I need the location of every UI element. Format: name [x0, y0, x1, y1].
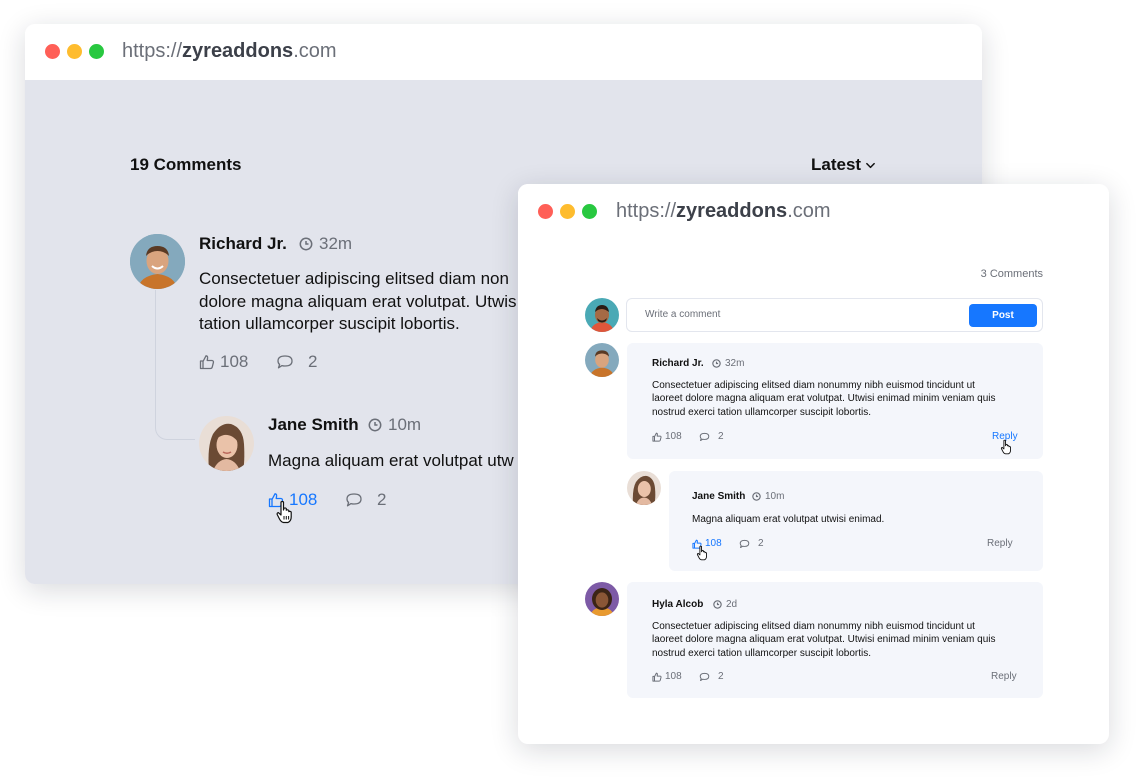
- reply-card: Jane Smith 10m Magna aliquam erat volutp…: [669, 471, 1043, 571]
- address-bar[interactable]: https://zyreaddons.com: [122, 40, 337, 63]
- comment-line: Consectetuer adipiscing elitsed diam non…: [652, 380, 975, 391]
- reply-count: 2: [718, 431, 724, 442]
- comment-line: laoreet dolore magna aliquam erat volutp…: [652, 634, 996, 646]
- comment-body: Consectetuer adipiscing elitsed diam non…: [652, 620, 996, 660]
- like-count: 108: [665, 671, 682, 682]
- browser-toolbar: https://zyreaddons.com: [25, 24, 982, 80]
- comment-time: 2d: [713, 599, 737, 610]
- comment-bubble-icon: [345, 492, 363, 508]
- url-domain: zyreaddons: [182, 40, 294, 62]
- thumbs-up-icon: [652, 672, 662, 682]
- reply-count-button[interactable]: 2: [345, 490, 386, 510]
- comment-composer[interactable]: Write a comment Post: [626, 298, 1043, 332]
- avatar[interactable]: [585, 582, 619, 616]
- hand-cursor-icon: [275, 500, 295, 524]
- comment-body: Magna aliquam erat volutpat utw: [268, 451, 514, 470]
- avatar[interactable]: [130, 234, 185, 289]
- sort-label: Latest: [811, 155, 862, 174]
- clock-icon: [713, 600, 722, 609]
- comment-time: 10m: [752, 491, 784, 502]
- comment-line: tation ullamcorper suscipit lobortis.: [199, 314, 460, 333]
- url-suffix: .com: [293, 40, 337, 62]
- hand-cursor-icon: [1000, 439, 1013, 455]
- comment-line: Consectetuer adipiscing elitsed diam non: [199, 269, 509, 288]
- comment-bubble-icon: [699, 432, 710, 442]
- avatar[interactable]: [585, 343, 619, 377]
- close-window-button[interactable]: [45, 44, 60, 59]
- comment-time-text: 32m: [725, 358, 745, 369]
- comment-line: Magna aliquam erat volutpat utwisi enima…: [692, 514, 885, 525]
- chevron-down-icon: [865, 160, 876, 171]
- close-window-button[interactable]: [538, 204, 553, 219]
- comment-bubble-icon: [739, 539, 750, 549]
- sort-dropdown[interactable]: Latest: [811, 155, 876, 175]
- clock-icon: [299, 237, 313, 251]
- comment-line: nostrud exerci tation ullamcorper suscip…: [652, 647, 871, 659]
- comment-time-text: 2d: [726, 599, 738, 610]
- like-count: 108: [220, 352, 249, 371]
- hand-cursor-icon: [696, 545, 709, 561]
- comment-card: Richard Jr. 32m Consectetuer adipiscing …: [627, 343, 1043, 459]
- clock-icon: [368, 418, 382, 432]
- comment-input[interactable]: Write a comment: [645, 309, 720, 320]
- comments-count: 3 Comments: [980, 268, 1043, 280]
- comment-bubble-icon: [276, 354, 294, 370]
- comment-time: 32m: [712, 358, 744, 369]
- maximize-window-button[interactable]: [89, 44, 104, 59]
- like-button[interactable]: 108: [199, 352, 248, 372]
- minimize-window-button[interactable]: [67, 44, 82, 59]
- reply-button[interactable]: Reply: [991, 671, 1017, 682]
- comment-line: dolore magna aliquam erat volutpat. Utwi…: [199, 291, 517, 311]
- comment-time-text: 10m: [765, 491, 785, 502]
- front-browser-window: https://zyreaddons.com 3 Comments Write …: [518, 184, 1109, 744]
- comment-body: Magna aliquam erat volutpat utwisi enima…: [692, 513, 884, 526]
- maximize-window-button[interactable]: [582, 204, 597, 219]
- reply-count-button[interactable]: 2: [699, 671, 724, 682]
- post-button[interactable]: Post: [969, 304, 1037, 327]
- avatar[interactable]: [199, 416, 254, 471]
- comment-card: Hyla Alcob 2d Consectetuer adipiscing el…: [627, 582, 1043, 698]
- url-suffix: .com: [787, 200, 831, 222]
- minimize-window-button[interactable]: [560, 204, 575, 219]
- comment-author[interactable]: Richard Jr.: [652, 358, 704, 369]
- comment-time-text: 10m: [388, 415, 422, 434]
- comment-time: 10m: [368, 415, 421, 435]
- reply-count: 2: [758, 538, 764, 549]
- browser-toolbar: https://zyreaddons.com: [518, 184, 1109, 240]
- comment-line: laoreet dolore magna aliquam erat volutp…: [652, 393, 996, 405]
- clock-icon: [712, 359, 721, 368]
- reply-button[interactable]: Reply: [987, 538, 1013, 549]
- thumbs-up-icon: [652, 432, 662, 442]
- comment-time-text: 32m: [319, 234, 353, 253]
- comment-author[interactable]: Richard Jr.: [199, 234, 287, 254]
- reply-count: 2: [377, 490, 387, 509]
- like-count: 108: [665, 431, 682, 442]
- reply-count: 2: [718, 671, 724, 682]
- address-bar[interactable]: https://zyreaddons.com: [616, 200, 831, 223]
- reply-count: 2: [308, 352, 318, 371]
- reply-count-button[interactable]: 2: [699, 431, 724, 442]
- comment-body: Consectetuer adipiscing elitsed diam non…: [652, 379, 996, 419]
- url-domain: zyreaddons: [676, 200, 788, 222]
- like-button[interactable]: 108: [652, 431, 682, 442]
- reply-count-button[interactable]: 2: [739, 538, 764, 549]
- current-user-avatar: [585, 298, 619, 332]
- thumbs-up-icon: [199, 354, 215, 370]
- comment-bubble-icon: [699, 672, 710, 682]
- clock-icon: [752, 492, 761, 501]
- url-prefix: https://: [616, 200, 677, 222]
- comment-line: Consectetuer adipiscing elitsed diam non…: [652, 621, 975, 632]
- comment-author[interactable]: Jane Smith: [268, 415, 359, 435]
- comments-count: 19 Comments: [130, 155, 242, 174]
- thread-connector: [155, 290, 195, 440]
- comment-time: 32m: [299, 234, 352, 254]
- comment-line: nostrud exerci tation ullamcorper suscip…: [652, 406, 871, 418]
- comment-author[interactable]: Jane Smith: [692, 491, 745, 502]
- avatar[interactable]: [627, 471, 661, 505]
- like-button[interactable]: 108: [652, 671, 682, 682]
- url-prefix: https://: [122, 40, 183, 62]
- comment-author[interactable]: Hyla Alcob: [652, 599, 703, 610]
- comment-body: Consectetuer adipiscing elitsed diam non…: [199, 268, 517, 336]
- reply-count-button[interactable]: 2: [276, 352, 317, 372]
